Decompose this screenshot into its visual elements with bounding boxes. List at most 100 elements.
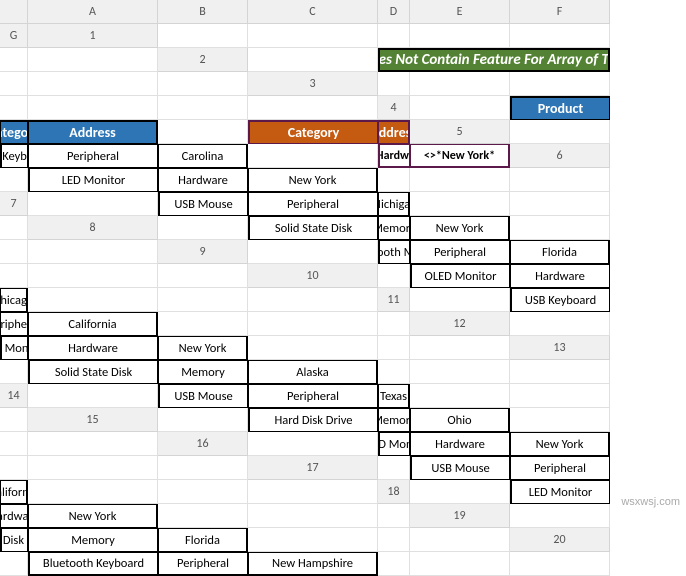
cell-A15[interactable] [158, 408, 248, 432]
criteria-value-category[interactable]: <>*Hardware* [378, 144, 410, 168]
table-row[interactable]: Ohio [410, 408, 510, 432]
table-row[interactable]: Bluetooth Keyboard [28, 552, 158, 576]
row-header-20[interactable]: 20 [510, 528, 610, 552]
cell-G8[interactable] [28, 240, 158, 264]
cell-D3[interactable] [0, 96, 28, 120]
cell-E9[interactable] [0, 264, 28, 288]
cell-G9[interactable] [158, 264, 248, 288]
cell-E17[interactable] [28, 480, 158, 504]
cell-F18[interactable] [248, 504, 378, 528]
table-row[interactable]: Hardware [0, 504, 28, 528]
col-header-F[interactable]: F [510, 0, 610, 24]
cell-G11[interactable] [378, 312, 410, 336]
cell-A12[interactable] [510, 312, 610, 336]
cell-G17[interactable] [248, 480, 378, 504]
row-header-19[interactable]: 19 [410, 504, 510, 528]
table-row[interactable]: Peripheral [510, 456, 610, 480]
cell-E6[interactable] [378, 168, 410, 192]
cell-F14[interactable] [510, 384, 610, 408]
table-row[interactable]: Bluetooth Mouse [378, 240, 410, 264]
cell-G2[interactable] [158, 72, 248, 96]
cell-F20[interactable] [410, 552, 510, 576]
table-row[interactable]: Hardware [158, 168, 248, 192]
cell-E4[interactable] [158, 120, 248, 144]
table-row[interactable]: Michigan [378, 192, 410, 216]
table-row[interactable]: USB Keyboard [510, 288, 610, 312]
cell-F11[interactable] [248, 312, 378, 336]
row-header-7[interactable]: 7 [0, 192, 28, 216]
table-row[interactable]: Chicago [0, 288, 28, 312]
table-row[interactable]: OLED Monitor [410, 264, 510, 288]
table-row[interactable]: New Hampshire [248, 552, 378, 576]
cell-B3[interactable] [410, 72, 510, 96]
cell-F9[interactable] [28, 264, 158, 288]
table-row[interactable]: Peripheral [248, 384, 378, 408]
cell-F8[interactable] [0, 240, 28, 264]
cell-C1[interactable] [378, 24, 410, 48]
cell-E13[interactable] [378, 360, 410, 384]
table-row[interactable]: New York [410, 216, 510, 240]
cell-G14[interactable] [0, 408, 28, 432]
cell-A14[interactable] [28, 384, 158, 408]
row-header-17[interactable]: 17 [248, 456, 378, 480]
row-header-15[interactable]: 15 [28, 408, 158, 432]
cell-E8[interactable] [510, 216, 610, 240]
cell-A7[interactable] [28, 192, 158, 216]
table-row[interactable]: Carolina [158, 144, 248, 168]
table-row[interactable]: Peripheral [0, 312, 28, 336]
table-row[interactable]: Florida [158, 528, 248, 552]
cell-F19[interactable] [378, 528, 410, 552]
cell-A18[interactable] [410, 480, 510, 504]
table-row[interactable]: Memory [378, 216, 410, 240]
cell-G19[interactable] [410, 528, 510, 552]
col-header-B[interactable]: B [158, 0, 248, 24]
table-row[interactable]: Memory [28, 528, 158, 552]
col-header-E[interactable]: E [410, 0, 510, 24]
cell-F12[interactable] [378, 336, 410, 360]
cell-G18[interactable] [378, 504, 410, 528]
cell-F16[interactable] [28, 456, 158, 480]
cell-A3[interactable] [378, 72, 410, 96]
col-header-A[interactable]: A [28, 0, 158, 24]
col-header-G[interactable]: G [0, 24, 28, 48]
row-header-9[interactable]: 9 [158, 240, 248, 264]
cell-G15[interactable] [28, 432, 158, 456]
cell-E10[interactable] [28, 288, 158, 312]
cell-F15[interactable] [0, 432, 28, 456]
table-row[interactable]: Solid State Disk [28, 360, 158, 384]
cell-G10[interactable] [248, 288, 378, 312]
row-header-3[interactable]: 3 [248, 72, 378, 96]
table-row[interactable]: New York [158, 336, 248, 360]
cell-A20[interactable] [0, 552, 28, 576]
cell-G7[interactable] [0, 216, 28, 240]
cell-G12[interactable] [410, 336, 510, 360]
cell-A2[interactable] [248, 48, 378, 72]
table-row[interactable]: Florida [510, 240, 610, 264]
select-all-corner[interactable] [0, 0, 28, 24]
cell-A13[interactable] [0, 360, 28, 384]
cell-E11[interactable] [158, 312, 248, 336]
cell-F2[interactable] [28, 72, 158, 96]
cell-E12[interactable] [248, 336, 378, 360]
cell-F6[interactable] [410, 168, 510, 192]
table-row[interactable]: Memory [158, 360, 248, 384]
row-header-6[interactable]: 6 [510, 144, 610, 168]
table-row[interactable]: LED Monitor [510, 480, 610, 504]
table-row[interactable]: Peripheral [28, 144, 158, 168]
cell-E7[interactable] [410, 192, 510, 216]
table-row[interactable]: California [0, 480, 28, 504]
cell-A17[interactable] [378, 456, 410, 480]
row-header-1[interactable]: 1 [28, 24, 158, 48]
table-row[interactable]: California [28, 312, 158, 336]
table-row[interactable]: USB Keyboard [0, 144, 28, 168]
table-row[interactable]: Solid State Disk [248, 216, 378, 240]
row-header-2[interactable]: 2 [158, 48, 248, 72]
cell-E16[interactable] [0, 456, 28, 480]
cell-A19[interactable] [510, 504, 610, 528]
table-row[interactable]: USB Mouse [410, 456, 510, 480]
table-row[interactable]: USB Mouse [158, 192, 248, 216]
row-header-10[interactable]: 10 [248, 264, 378, 288]
table-row[interactable]: New York [248, 168, 378, 192]
cell-B1[interactable] [248, 24, 378, 48]
row-header-14[interactable]: 14 [0, 384, 28, 408]
